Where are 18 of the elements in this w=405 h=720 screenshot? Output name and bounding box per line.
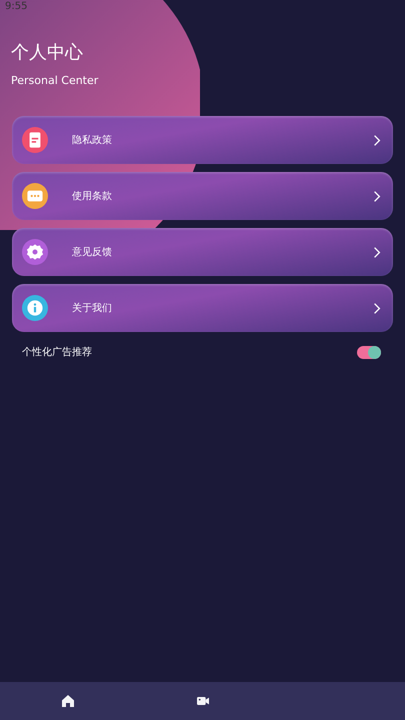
status-time: 9:55 <box>5 1 28 12</box>
chevron-icon <box>373 246 381 258</box>
chevron-icon <box>373 190 381 202</box>
menu-label: 关于我们 <box>72 302 113 315</box>
toggle-switch[interactable] <box>357 346 381 358</box>
home-icon[interactable] <box>60 693 76 709</box>
menu-item[interactable]: 意见反馈 <box>12 228 393 276</box>
page-title: 个人中心 <box>11 41 84 64</box>
chevron-icon <box>373 302 381 314</box>
menu-label: 隐私政策 <box>72 134 113 147</box>
page-subtitle: Personal Center <box>11 74 100 87</box>
menu-label: 意见反馈 <box>72 246 113 259</box>
menu-item[interactable]: 使用条款 <box>12 172 393 220</box>
setting-label: 个性化广告推荐 <box>22 346 92 359</box>
menu-label: 使用条款 <box>72 190 113 203</box>
chevron-icon <box>373 134 381 146</box>
menu-item[interactable]: 隐私政策 <box>12 116 393 164</box>
menu-item[interactable]: 关于我们 <box>12 284 393 332</box>
